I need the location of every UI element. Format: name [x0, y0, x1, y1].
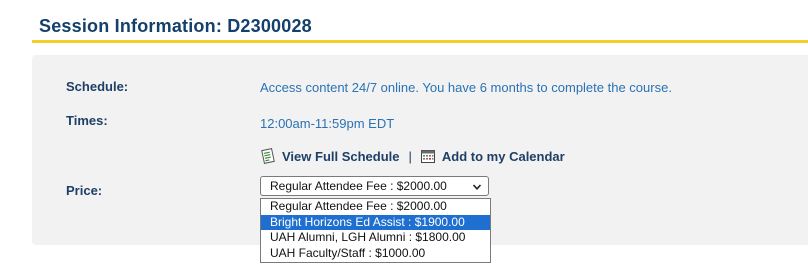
price-dropdown-list: Regular Attendee Fee : $2000.00 Bright H… [260, 198, 491, 263]
schedule-links: View Full Schedule | Add to my Calendar [260, 147, 565, 165]
view-full-schedule-link[interactable]: View Full Schedule [260, 148, 400, 164]
session-header: Session Information: D2300028 [0, 0, 808, 45]
price-option[interactable]: UAH Faculty/Staff : $1000.00 [261, 246, 490, 262]
view-full-schedule-label: View Full Schedule [282, 148, 400, 164]
page-title: Session Information: D2300028 [39, 16, 312, 36]
price-option[interactable]: UAH Alumni, LGH Alumni : $1800.00 [261, 230, 490, 246]
calendar-icon [420, 148, 436, 164]
schedule-document-icon [260, 148, 276, 164]
price-select[interactable]: Regular Attendee Fee : $2000.00 [260, 176, 489, 196]
title-underline [32, 40, 808, 43]
chevron-down-icon [472, 181, 482, 191]
add-to-calendar-link[interactable]: Add to my Calendar [420, 148, 565, 164]
link-separator: | [408, 148, 412, 164]
add-to-calendar-label: Add to my Calendar [441, 148, 565, 164]
price-option[interactable]: Regular Attendee Fee : $2000.00 [261, 199, 490, 215]
times-label: Times: [66, 113, 108, 128]
price-label: Price: [66, 183, 103, 198]
schedule-label: Schedule: [66, 79, 129, 94]
price-option-highlighted[interactable]: Bright Horizons Ed Assist : $1900.00 [261, 214, 490, 230]
times-value: 12:00am-11:59pm EDT [260, 116, 395, 131]
price-select-value: Regular Attendee Fee : $2000.00 [270, 179, 447, 193]
schedule-value: Access content 24/7 online. You have 6 m… [260, 80, 672, 95]
